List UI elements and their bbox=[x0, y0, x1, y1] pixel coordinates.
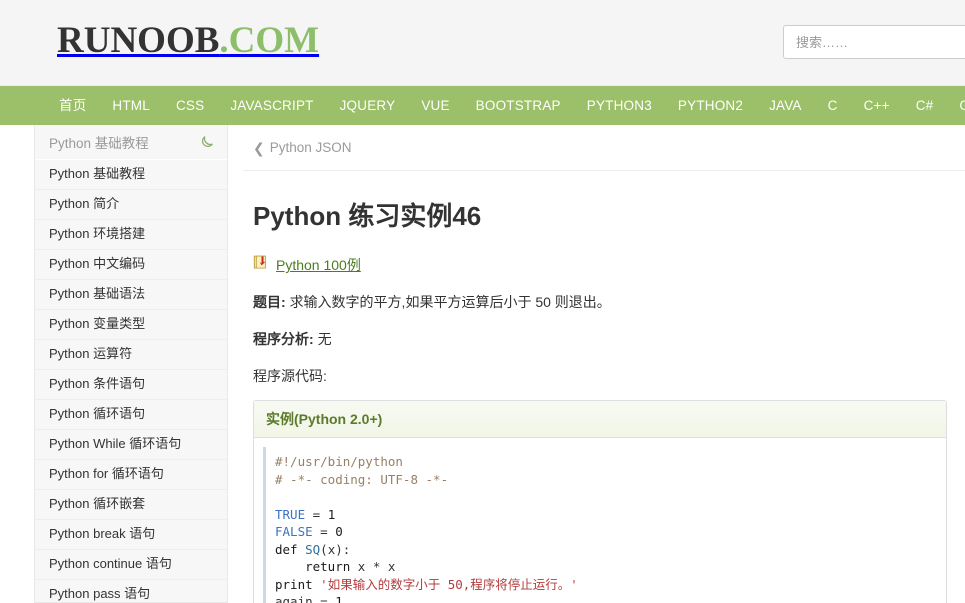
sidebar-item-python-basic-syntax[interactable]: Python 基础语法 bbox=[35, 280, 227, 309]
sidebar-item-python-conditionals[interactable]: Python 条件语句 bbox=[35, 370, 227, 399]
article-body: Python 练习实例46 Python 100例 题目: 求输入数字的平方,如… bbox=[243, 201, 965, 603]
analysis-text: 无 bbox=[317, 331, 332, 348]
nav-item-python3[interactable]: PYTHON3 bbox=[574, 86, 665, 125]
list-item: Python 环境搭建 bbox=[35, 220, 227, 250]
list-item: Python break 语句 bbox=[35, 520, 227, 550]
book-icon bbox=[253, 254, 270, 276]
sidebar-title: Python 基础教程 bbox=[49, 136, 149, 151]
python-100-examples-row: Python 100例 bbox=[253, 254, 965, 276]
nav-item-vue[interactable]: VUE bbox=[408, 86, 462, 125]
nav-item-go[interactable]: GO bbox=[946, 86, 965, 125]
source-code-label: 程序源代码: bbox=[253, 368, 327, 385]
list-item: Python 基础教程 bbox=[35, 160, 227, 190]
list-item: Python While 循环语句 bbox=[35, 430, 227, 460]
list-item: Python 基础语法 bbox=[35, 280, 227, 310]
top-header: RUNOOB.COM bbox=[0, 0, 965, 86]
nav-item-javascript[interactable]: JAVASCRIPT bbox=[217, 86, 326, 125]
nav-item-jquery[interactable]: JQUERY bbox=[327, 86, 409, 125]
sidebar-item-python-variable-types[interactable]: Python 变量类型 bbox=[35, 310, 227, 339]
sidebar-menu: Python 基础教程 Python 简介 Python 环境搭建 Python… bbox=[35, 160, 227, 602]
sidebar-item-python-operators[interactable]: Python 运算符 bbox=[35, 340, 227, 369]
problem-text: 求输入数字的平方,如果平方运算后小于 50 则退出。 bbox=[289, 294, 611, 311]
previous-page-link[interactable]: ❮ Python JSON bbox=[253, 140, 352, 155]
example-header: 实例(Python 2.0+) bbox=[254, 401, 946, 439]
sidebar-item-python-nested-loop[interactable]: Python 循环嵌套 bbox=[35, 490, 227, 519]
nav-item-home[interactable]: 首页 bbox=[46, 86, 99, 125]
sidebar-item-python-loops[interactable]: Python 循环语句 bbox=[35, 400, 227, 429]
problem-statement: 题目: 求输入数字的平方,如果平方运算后小于 50 则退出。 bbox=[253, 292, 965, 313]
sidebar-item-python-base-tutorial[interactable]: Python 基础教程 bbox=[35, 160, 227, 189]
page-title: Python 练习实例46 bbox=[253, 201, 482, 231]
sidebar-item-python-env-setup[interactable]: Python 环境搭建 bbox=[35, 220, 227, 249]
sidebar-item-python-intro[interactable]: Python 简介 bbox=[35, 190, 227, 219]
list-item: Python 循环语句 bbox=[35, 400, 227, 430]
sidebar-item-python-for-loop[interactable]: Python for 循环语句 bbox=[35, 460, 227, 489]
list-item: Python 运算符 bbox=[35, 340, 227, 370]
list-item: Python pass 语句 bbox=[35, 580, 227, 602]
nav-item-css[interactable]: CSS bbox=[163, 86, 217, 125]
moon-icon[interactable] bbox=[198, 134, 215, 151]
analysis-label: 程序分析: bbox=[253, 331, 314, 348]
logo-text-dark: RUNOOB bbox=[57, 20, 220, 61]
sidebar-item-python-chinese-encoding[interactable]: Python 中文编码 bbox=[35, 250, 227, 279]
list-item: Python 条件语句 bbox=[35, 370, 227, 400]
sidebar-header: Python 基础教程 bbox=[35, 125, 227, 160]
main-content: ❮ Python JSON Py Python 练习实例46 Python 10… bbox=[228, 125, 965, 603]
list-item: Python 简介 bbox=[35, 190, 227, 220]
code-block[interactable]: #!/usr/bin/python # -*- coding: UTF-8 -*… bbox=[263, 447, 937, 603]
nav-item-cpp[interactable]: C++ bbox=[851, 86, 903, 125]
nav-item-python2[interactable]: PYTHON2 bbox=[665, 86, 756, 125]
nav-item-bootstrap[interactable]: BOOTSTRAP bbox=[463, 86, 574, 125]
nav-item-csharp[interactable]: C# bbox=[903, 86, 947, 125]
search-input[interactable] bbox=[783, 25, 965, 59]
source-code: #!/usr/bin/python # -*- coding: UTF-8 -*… bbox=[275, 454, 578, 603]
list-item: Python 中文编码 bbox=[35, 250, 227, 280]
list-item: Python for 循环语句 bbox=[35, 460, 227, 490]
sidebar-item-python-pass[interactable]: Python pass 语句 bbox=[35, 580, 227, 602]
site-logo[interactable]: RUNOOB.COM bbox=[57, 22, 319, 59]
page-body: Python 基础教程 Python 基础教程 Python 简介 Python… bbox=[0, 125, 965, 603]
problem-label: 题目: bbox=[253, 294, 286, 311]
nav-item-java[interactable]: JAVA bbox=[756, 86, 815, 125]
sidebar-item-python-continue[interactable]: Python continue 语句 bbox=[35, 550, 227, 579]
sidebar: Python 基础教程 Python 基础教程 Python 简介 Python… bbox=[34, 125, 228, 603]
nav-item-html[interactable]: HTML bbox=[99, 86, 163, 125]
list-item: Python continue 语句 bbox=[35, 550, 227, 580]
search-box bbox=[783, 25, 965, 59]
previous-page-label: Python JSON bbox=[269, 140, 352, 155]
arrow-left-icon: ❮ bbox=[253, 139, 265, 156]
analysis-statement: 程序分析: 无 bbox=[253, 329, 965, 350]
list-item: Python 变量类型 bbox=[35, 310, 227, 340]
python-100-examples-link[interactable]: Python 100例 bbox=[276, 255, 361, 275]
main-navigation: 首页 HTML CSS JAVASCRIPT JQUERY VUE BOOTST… bbox=[0, 86, 965, 125]
nav-item-c[interactable]: C bbox=[815, 86, 851, 125]
breadcrumb: ❮ Python JSON Py bbox=[243, 125, 965, 171]
logo-text-green: .COM bbox=[219, 20, 320, 61]
example-box: 实例(Python 2.0+) #!/usr/bin/python # -*- … bbox=[253, 400, 947, 603]
sidebar-item-python-while-loop[interactable]: Python While 循环语句 bbox=[35, 430, 227, 459]
list-item: Python 循环嵌套 bbox=[35, 490, 227, 520]
sidebar-item-python-break[interactable]: Python break 语句 bbox=[35, 520, 227, 549]
